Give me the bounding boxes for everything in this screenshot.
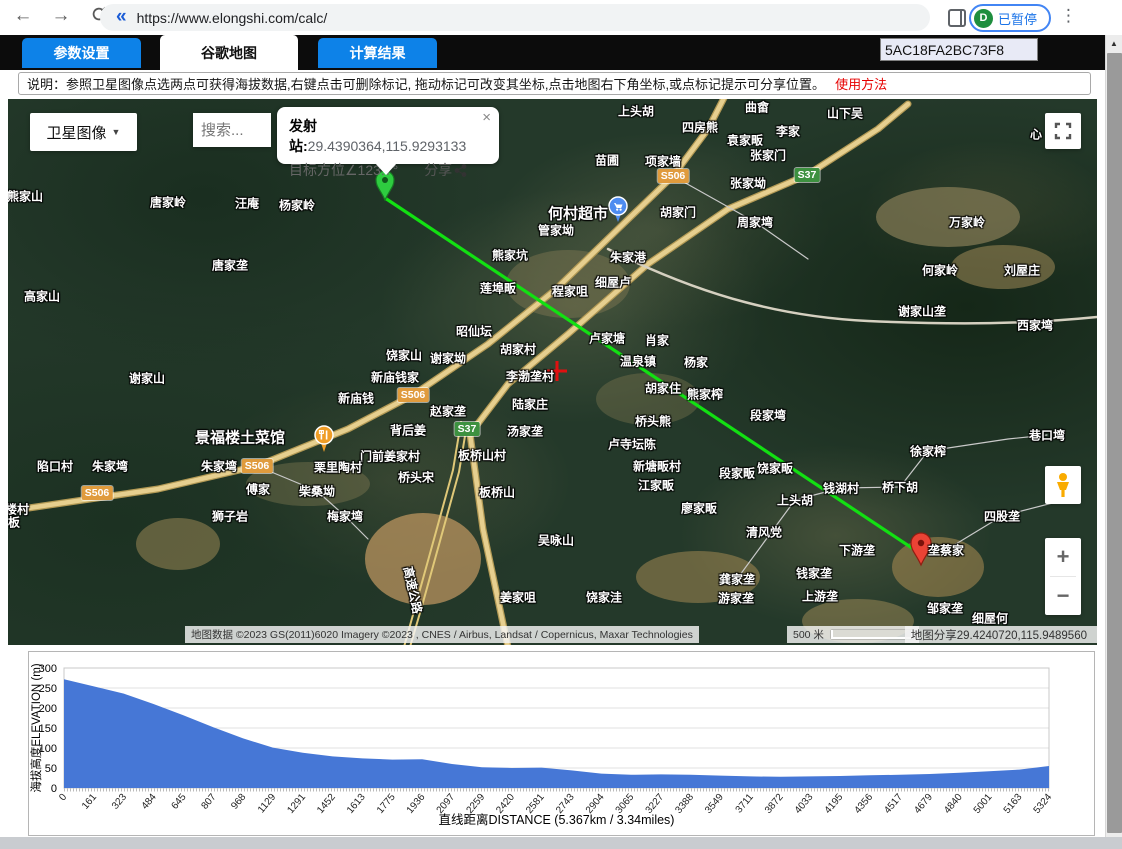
site-favicon-icon: « — [116, 6, 127, 28]
svg-text:0: 0 — [57, 792, 69, 804]
street-view-pegman[interactable] — [1045, 466, 1081, 504]
map-bottom-bar: 地图数据 ©2023 GS(2011)6020 Imagery ©2023 , … — [8, 626, 1097, 643]
map-type-dropdown[interactable]: 卫星图像 ▼ — [30, 113, 137, 151]
svg-text:484: 484 — [140, 792, 159, 812]
fullscreen-icon — [1045, 113, 1081, 149]
share-icon — [454, 164, 467, 177]
back-icon[interactable]: ← — [10, 5, 36, 27]
svg-text:968: 968 — [229, 792, 248, 812]
zoom-out-button[interactable]: − — [1045, 577, 1081, 615]
profile-button[interactable]: D 已暂停 — [969, 4, 1051, 32]
horizontal-scrollbar[interactable] — [0, 837, 1105, 849]
zoom-control: + − — [1045, 538, 1081, 615]
share-label: 分享 — [424, 160, 452, 180]
map-share-coords[interactable]: 地图分享29.4240720,115.9489560 — [905, 626, 1097, 643]
profile-status-label: 已暂停 — [998, 9, 1037, 28]
svg-text:1613: 1613 — [345, 792, 368, 816]
restaurant-poi-icon[interactable] — [315, 426, 333, 452]
map-search-input[interactable] — [193, 113, 271, 147]
fullscreen-button[interactable] — [1045, 113, 1081, 149]
tab-bar: 参数设置 谷歌地图 计算结果 — [0, 35, 1105, 70]
svg-text:0: 0 — [51, 783, 57, 795]
svg-text:5324: 5324 — [1032, 792, 1055, 816]
svg-text:807: 807 — [199, 792, 218, 812]
tab-results[interactable]: 计算结果 — [318, 38, 437, 68]
chevron-down-icon: ▼ — [112, 127, 121, 137]
session-code-input[interactable] — [880, 38, 1038, 61]
svg-text:直线距离DISTANCE (5.367km / 3.34mi: 直线距离DISTANCE (5.367km / 3.34miles) — [439, 812, 675, 827]
tab-parameters[interactable]: 参数设置 — [22, 38, 141, 68]
application-window: ← → « https://www.elongshi.com/calc/ D 已… — [0, 0, 1122, 849]
svg-text:4195: 4195 — [823, 792, 846, 816]
map-scale: 500 米 — [787, 626, 919, 643]
usage-help-link[interactable]: 使用方法 — [835, 74, 887, 93]
vertical-scrollbar[interactable]: ▲ — [1105, 35, 1122, 837]
svg-text:4356: 4356 — [852, 792, 875, 816]
browser-menu-icon[interactable]: ⋮ — [1060, 6, 1077, 26]
svg-text:4517: 4517 — [882, 792, 905, 816]
svg-text:50: 50 — [45, 763, 57, 775]
forward-icon[interactable]: → — [48, 5, 74, 27]
svg-text:1936: 1936 — [405, 792, 428, 816]
share-link[interactable]: 分享 — [424, 160, 467, 180]
svg-text:4679: 4679 — [912, 792, 935, 816]
map-type-label: 卫星图像 — [47, 122, 107, 143]
station-info-popup: 发射站:29.4390364,115.9293133 目标方位∠123.7° 分… — [277, 107, 499, 164]
svg-text:4033: 4033 — [793, 792, 816, 816]
svg-text:3711: 3711 — [734, 792, 757, 816]
svg-text:5001: 5001 — [972, 792, 995, 816]
zoom-in-button[interactable]: + — [1045, 538, 1081, 576]
link-path-line — [385, 198, 921, 554]
svg-text:3872: 3872 — [763, 792, 786, 816]
svg-text:1452: 1452 — [315, 792, 338, 816]
svg-text:1775: 1775 — [375, 792, 398, 816]
svg-text:323: 323 — [110, 792, 129, 812]
pegman-icon — [1052, 472, 1074, 498]
satellite-map[interactable]: 熊家山唐家岭汪庵杨家岭唐家垄高家山谢家山上头胡曲畲苗圃四房熊袁家畈李家山下吴张家… — [8, 99, 1097, 645]
close-icon[interactable]: × — [482, 109, 491, 126]
scrollbar-corner — [1105, 837, 1122, 849]
svg-text:3549: 3549 — [703, 792, 726, 816]
instruction-bar: 说明：参照卫星图像点选两点可获得海拔数据,右键点击可删除标记, 拖动标记可改变其… — [18, 72, 1091, 95]
station-coords: 29.4390364,115.9293133 — [308, 138, 467, 154]
side-panel-icon[interactable] — [948, 9, 966, 27]
station-coords-line: 发射站:29.4390364,115.9293133 — [289, 116, 487, 156]
svg-text:1129: 1129 — [256, 792, 279, 816]
scroll-up-icon[interactable]: ▲ — [1106, 35, 1122, 51]
browser-toolbar: ← → « https://www.elongshi.com/calc/ D 已… — [0, 0, 1122, 35]
scale-bar-icon — [831, 630, 913, 639]
scale-label: 500 米 — [793, 627, 824, 642]
tab-google-map[interactable]: 谷歌地图 — [160, 35, 298, 70]
avatar: D — [974, 9, 993, 28]
svg-text:5163: 5163 — [1002, 792, 1025, 816]
elevation-chart-panel: 0501001502002503000161323484645807968112… — [28, 651, 1095, 836]
url-bar[interactable]: « https://www.elongshi.com/calc/ — [100, 4, 930, 31]
map-vector-overlay — [8, 99, 1097, 645]
svg-text:4840: 4840 — [942, 792, 965, 816]
scrollbar-thumb[interactable] — [1107, 53, 1122, 833]
map-center-crosshair-icon — [547, 361, 567, 381]
svg-text:161: 161 — [80, 792, 99, 812]
svg-text:645: 645 — [169, 792, 188, 812]
map-attribution: 地图数据 ©2023 GS(2011)6020 Imagery ©2023 , … — [185, 626, 699, 643]
popup-tail — [375, 163, 397, 175]
svg-text:3388: 3388 — [673, 792, 696, 816]
url-text[interactable]: https://www.elongshi.com/calc/ — [137, 10, 328, 26]
instruction-text: 说明：参照卫星图像点选两点可获得海拔数据,右键点击可删除标记, 拖动标记可改变其… — [27, 74, 825, 93]
elevation-chart: 0501001502002503000161323484645807968112… — [29, 652, 1094, 835]
svg-text:海拔高度ELEVATION (m): 海拔高度ELEVATION (m) — [29, 663, 43, 792]
svg-text:1291: 1291 — [285, 792, 308, 816]
